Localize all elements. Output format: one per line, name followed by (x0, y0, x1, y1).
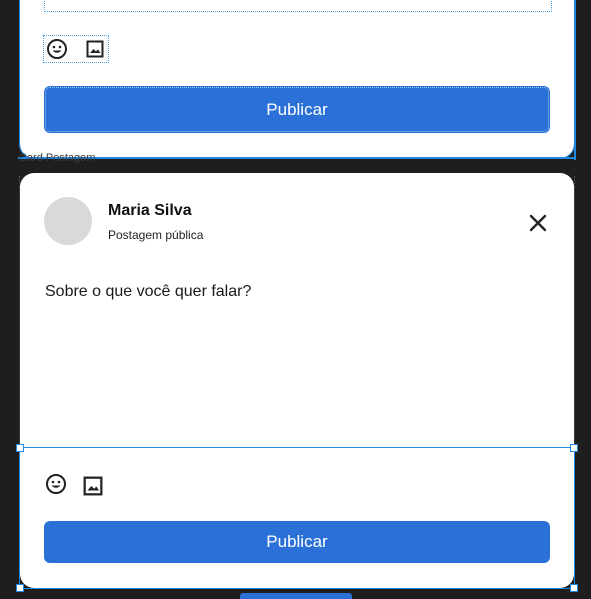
selection-edge (574, 0, 576, 160)
image-icon[interactable] (86, 40, 104, 58)
frame-label: Card Postagem (19, 152, 96, 164)
resize-handle[interactable] (16, 584, 24, 592)
icon-row (43, 35, 109, 63)
top-post-card: Publicar (19, 0, 575, 159)
publish-button-top[interactable]: Publicar (44, 86, 550, 133)
emoji-icon[interactable] (45, 473, 67, 495)
selected-footer-frame (16, 444, 578, 592)
image-icon[interactable] (83, 476, 103, 496)
selection-edge (18, 157, 576, 159)
emoji-icon[interactable] (46, 38, 68, 60)
close-icon[interactable] (526, 211, 550, 235)
resize-handle[interactable] (570, 584, 578, 592)
post-visibility: Postagem pública (108, 228, 204, 242)
publish-button[interactable]: Publicar (44, 521, 550, 563)
text-area-outline[interactable] (44, 0, 552, 12)
frame-outline (574, 176, 576, 588)
next-frame-edge (240, 593, 352, 599)
resize-handle[interactable] (570, 444, 578, 452)
resize-handle[interactable] (16, 444, 24, 452)
post-input-placeholder[interactable]: Sobre o que você quer falar? (45, 283, 251, 301)
avatar (44, 197, 92, 245)
author-name: Maria Silva (108, 202, 192, 219)
post-card: Maria Silva Postagem pública Sobre o que… (16, 173, 578, 592)
